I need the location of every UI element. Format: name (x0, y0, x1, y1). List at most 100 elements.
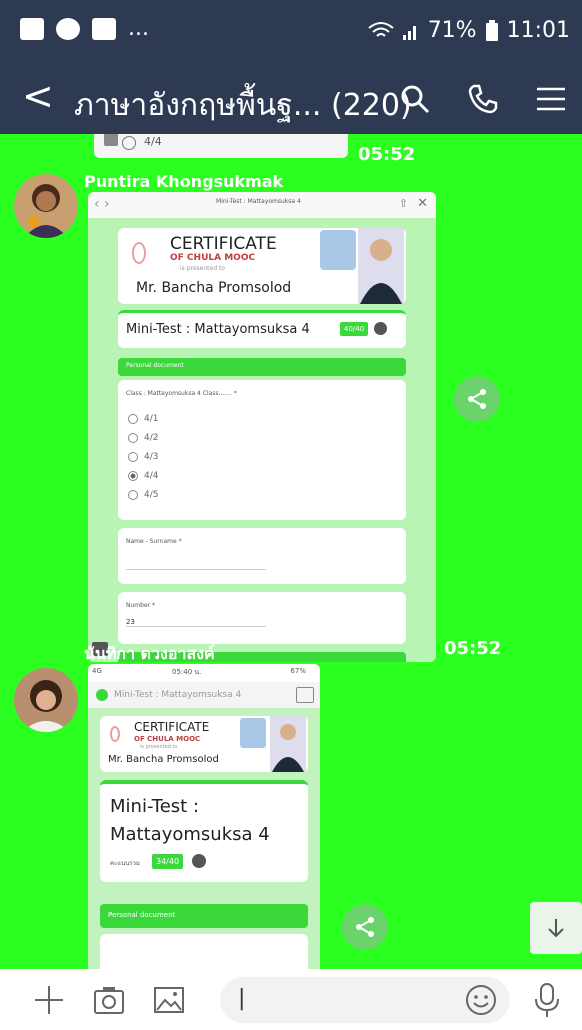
section-header: Personal document (118, 358, 406, 376)
avatar-photo-icon (14, 174, 78, 238)
share-button[interactable] (454, 376, 500, 422)
class-question-label: Class : Mattayomsuksa 4 Class....... * (126, 390, 237, 397)
gallery-notification-icon (20, 18, 44, 40)
input-cursor: | (238, 986, 246, 1011)
name-question-label: Name - Surname * (126, 538, 182, 545)
share-icon (356, 917, 374, 937)
avatar[interactable] (14, 668, 78, 732)
test-title: Mini-Test : (110, 796, 200, 817)
share-tab-icon: ⇧ (398, 197, 408, 210)
signal-icon (402, 25, 416, 40)
microphone-icon[interactable] (530, 981, 564, 1019)
certificate-of: OF CHULA MOOC (170, 253, 256, 263)
phone-time: 05:40 น. (172, 668, 202, 676)
clock: 11:01 (506, 18, 570, 43)
plus-icon[interactable] (32, 983, 66, 1017)
certificate-card: CERTIFICATE OF CHULA MOOC is presented t… (100, 716, 308, 772)
image-message[interactable]: 4G 05:40 น. 67% Mini-Test : Mattayomsuks… (88, 664, 320, 969)
emoji-icon[interactable] (464, 983, 498, 1017)
call-icon[interactable] (466, 82, 500, 116)
number-answer: 23 (126, 618, 266, 627)
radio-icon (128, 414, 138, 424)
browser-bar: Mini-Test : Mattayomsuksa 4 (88, 682, 320, 708)
radio-icon (128, 490, 138, 500)
youtube-notification-icon (92, 18, 116, 40)
recipient-name: Mr. Bancha Promsolod (108, 754, 219, 765)
battery-icon (485, 19, 498, 41)
site-icon (96, 689, 108, 701)
radio-selected-icon (128, 471, 138, 481)
score-label: คะแนนรวม (110, 860, 140, 867)
avatar-photo-icon (14, 668, 78, 732)
image-message[interactable]: ‹ › Mini-Test : Mattayomsuksa 4 ✕ ⇧ CERT… (88, 192, 436, 662)
network-label: 4G (92, 667, 102, 675)
certificate-card: CERTIFICATE OF CHULA MOOC is presented t… (118, 228, 406, 304)
radio-option: 4/1 (128, 414, 158, 424)
image-message-partial[interactable]: 4/4 (94, 134, 348, 158)
chat-area[interactable]: 4/4 05:52 Puntira Khongsukmak ‹ › Mini-T… (0, 134, 582, 969)
line-notification-icon (56, 18, 80, 40)
name-question-card: Name - Surname * (118, 528, 406, 584)
number-question-label: Number * (126, 602, 156, 609)
presented-to: is presented to (140, 744, 178, 750)
radio-option: 4/2 (128, 433, 158, 443)
avatar[interactable] (14, 174, 78, 238)
status-bar: ... 71% 11:01 (0, 0, 582, 62)
logo-badge-icon (320, 230, 356, 270)
status-icons-left: ... (20, 18, 149, 40)
portrait-photo-icon (358, 228, 404, 304)
wifi-icon (368, 21, 394, 37)
close-icon: ✕ (417, 196, 428, 211)
arrow-down-icon (548, 919, 564, 938)
share-button[interactable] (342, 904, 388, 950)
test-title-card: Mini-Test : Mattayomsuksa 4 คะแนนรวม 34/… (100, 780, 308, 882)
image-gallery-icon[interactable] (152, 983, 186, 1017)
scroll-to-bottom-button[interactable] (530, 902, 582, 954)
back-button[interactable]: < (22, 74, 54, 118)
certificate-title: CERTIFICATE (170, 234, 277, 254)
number-question-card: Number * 23 (118, 592, 406, 644)
chat-header: < ภาษาอังกฤษพื้นฐ... (220) (0, 62, 582, 134)
phone-battery: 67% (290, 667, 306, 675)
message-composer: | (0, 969, 582, 1030)
help-icon (374, 322, 387, 335)
url-title: Mini-Test : Mattayomsuksa 4 (114, 690, 242, 700)
search-icon[interactable] (398, 82, 432, 116)
ads-icon (296, 687, 314, 703)
image-thumb-icon (104, 134, 118, 146)
radio-option-selected: 4/4 (128, 471, 158, 481)
score-badge: 34/40 (152, 854, 184, 869)
radio-icon (122, 136, 136, 150)
certificate-title: CERTIFICATE (134, 720, 210, 734)
section-title: Personal document (126, 362, 184, 369)
status-icons-right: 71% 11:01 (368, 18, 570, 43)
phone-status-bar: 4G 05:40 น. 67% (88, 664, 320, 682)
radio-icon (128, 433, 138, 443)
section-header: Personal document (100, 904, 308, 928)
logo-badge-icon (240, 718, 266, 748)
presented-to: is presented to (180, 265, 225, 272)
test-subtitle: Mattayomsuksa 4 (110, 824, 270, 845)
test-title: Mini-Test : Mattayomsuksa 4 (126, 322, 310, 337)
chat-title[interactable]: ภาษาอังกฤษพื้นฐ... (220) (74, 82, 412, 129)
ribbon-icon (132, 242, 146, 264)
recipient-name: Mr. Bancha Promsolod (136, 280, 292, 296)
class-options: 4/1 4/2 4/3 4/4 4/5 (128, 414, 158, 509)
nav-arrows-icon: ‹ › (94, 196, 110, 212)
section-title: Personal document (108, 911, 176, 919)
camera-icon[interactable] (92, 983, 126, 1017)
help-icon (192, 854, 206, 868)
message-time: 05:52 (358, 144, 416, 165)
message-time: 05:52 (444, 638, 502, 659)
next-question-card (100, 934, 308, 969)
message-input[interactable]: | (220, 977, 510, 1023)
certificate-of: OF CHULA MOOC (134, 735, 201, 743)
sender-name: Puntira Khongsukmak (84, 172, 284, 191)
class-question-card: Class : Mattayomsuksa 4 Class....... * 4… (118, 380, 406, 520)
menu-icon[interactable] (534, 82, 568, 116)
share-icon (468, 389, 486, 409)
battery-percent: 71% (427, 18, 477, 43)
radio-option: 4/5 (128, 490, 158, 500)
option-text: 4/4 (144, 135, 162, 148)
radio-icon (128, 452, 138, 462)
